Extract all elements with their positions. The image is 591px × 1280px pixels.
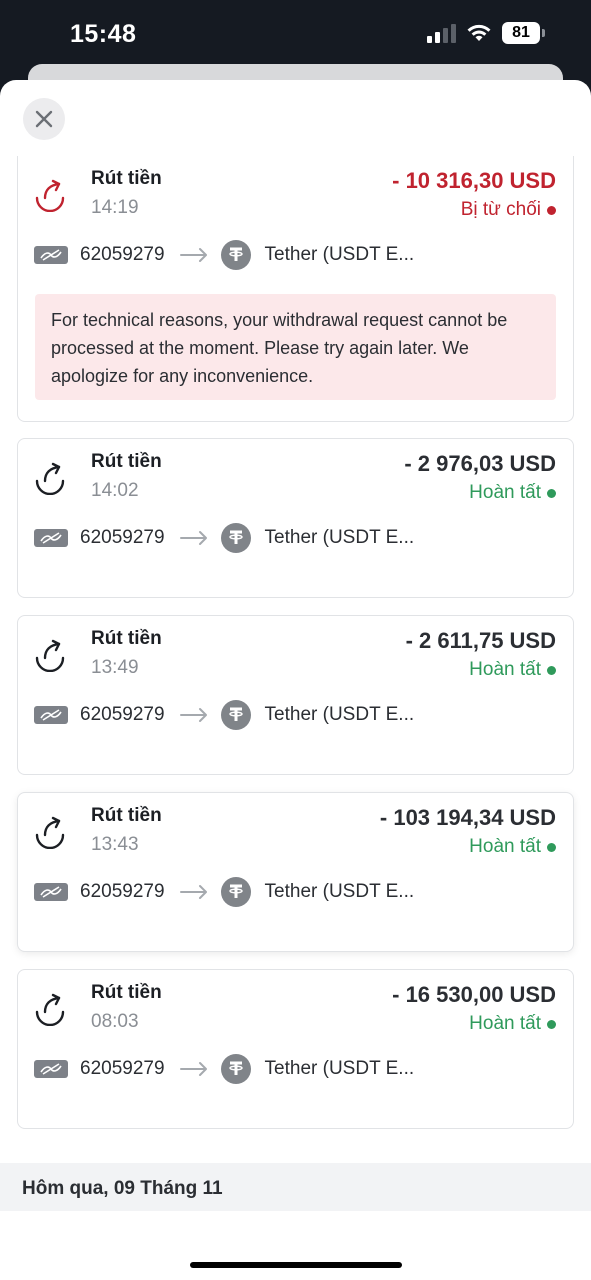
status-dot bbox=[547, 488, 556, 498]
status-label: Hoàn tất bbox=[469, 659, 541, 680]
status-label: Hoàn tất bbox=[469, 836, 541, 857]
transaction-time: 08:03 bbox=[91, 1011, 139, 1032]
transfer-route: 62059279 Tether (USDT E... bbox=[34, 521, 557, 555]
tether-icon bbox=[220, 1054, 251, 1084]
transfer-route: 62059279 Tether (USDT E... bbox=[34, 698, 557, 732]
withdraw-icon bbox=[35, 462, 65, 495]
withdraw-icon bbox=[35, 179, 65, 212]
account-number: 62059279 bbox=[80, 704, 165, 725]
transaction-time: 14:19 bbox=[91, 197, 139, 218]
transaction-card[interactable]: Rút tiền 13:49 - 2 611,75 USD Hoàn tất 6… bbox=[17, 615, 574, 775]
battery-icon: 81 bbox=[502, 22, 545, 44]
transaction-sheet: Rút tiền 14:19 - 10 316,30 USD Bị từ chố… bbox=[0, 80, 591, 1280]
status-label: Hoàn tất bbox=[469, 482, 541, 503]
status-dot bbox=[547, 842, 556, 852]
status-icons: 81 bbox=[427, 22, 545, 44]
tether-icon bbox=[220, 877, 251, 907]
arrow-right-icon bbox=[179, 531, 207, 545]
tether-icon bbox=[220, 700, 251, 730]
close-button[interactable] bbox=[23, 98, 65, 140]
transaction-card[interactable]: Rút tiền 14:19 - 10 316,30 USD Bị từ chố… bbox=[17, 156, 574, 422]
status-label: Bị từ chối bbox=[460, 199, 541, 220]
status-dot bbox=[547, 665, 556, 675]
withdraw-icon bbox=[35, 639, 65, 672]
account-card-icon bbox=[34, 529, 68, 547]
transfer-route: 62059279 Tether (USDT E... bbox=[34, 1052, 557, 1086]
status-badge: Bị từ chối bbox=[461, 199, 556, 221]
transaction-title: Rút tiền bbox=[91, 451, 162, 472]
tether-icon bbox=[220, 523, 251, 553]
transaction-amount: - 10 316,30 USD bbox=[392, 168, 556, 193]
transaction-time: 13:43 bbox=[91, 834, 139, 855]
arrow-right-icon bbox=[179, 708, 207, 722]
transaction-card[interactable]: Rút tiền 08:03 - 16 530,00 USD Hoàn tất … bbox=[17, 969, 574, 1129]
transaction-amount: - 2 611,75 USD bbox=[405, 628, 556, 653]
status-badge: Hoàn tất bbox=[469, 1013, 556, 1035]
destination-name: Tether (USDT E... bbox=[264, 527, 415, 548]
account-card-icon bbox=[34, 1060, 68, 1078]
arrow-right-icon bbox=[179, 1062, 207, 1076]
status-badge: Hoàn tất bbox=[469, 836, 556, 858]
wifi-icon bbox=[467, 24, 491, 41]
status-dot bbox=[547, 1019, 556, 1029]
status-bar: 15:48 81 bbox=[0, 0, 591, 70]
close-icon bbox=[35, 110, 53, 128]
date-section-header: Hôm qua, 09 Tháng 11 bbox=[0, 1163, 591, 1211]
transaction-time: 14:02 bbox=[91, 480, 139, 501]
destination-name: Tether (USDT E... bbox=[264, 244, 415, 265]
account-number: 62059279 bbox=[80, 881, 165, 902]
transfer-route: 62059279 Tether (USDT E... bbox=[34, 238, 557, 272]
transaction-card[interactable]: Rút tiền 13:43 - 103 194,34 USD Hoàn tất… bbox=[17, 792, 574, 952]
transaction-title: Rút tiền bbox=[91, 805, 162, 826]
transaction-amount: - 103 194,34 USD bbox=[379, 805, 556, 830]
status-badge: Hoàn tất bbox=[469, 482, 556, 504]
transaction-time: 13:49 bbox=[91, 657, 139, 678]
account-card-icon bbox=[34, 246, 68, 264]
status-dot bbox=[547, 205, 556, 215]
destination-name: Tether (USDT E... bbox=[264, 1058, 415, 1079]
transaction-card[interactable]: Rút tiền 14:02 - 2 976,03 USD Hoàn tất 6… bbox=[17, 438, 574, 598]
withdraw-icon bbox=[35, 816, 65, 849]
transaction-title: Rút tiền bbox=[91, 982, 162, 1003]
withdraw-icon bbox=[35, 993, 65, 1026]
transaction-title: Rút tiền bbox=[91, 628, 162, 649]
status-badge: Hoàn tất bbox=[469, 659, 556, 681]
account-card-icon bbox=[34, 883, 68, 901]
status-time: 15:48 bbox=[70, 20, 137, 48]
account-number: 62059279 bbox=[80, 527, 165, 548]
status-label: Hoàn tất bbox=[469, 1013, 541, 1034]
battery-level: 81 bbox=[502, 22, 540, 44]
transaction-title: Rút tiền bbox=[91, 168, 162, 189]
transfer-route: 62059279 Tether (USDT E... bbox=[34, 875, 557, 909]
transaction-amount: - 16 530,00 USD bbox=[392, 982, 556, 1007]
tether-icon bbox=[220, 240, 251, 270]
transaction-amount: - 2 976,03 USD bbox=[404, 451, 556, 476]
destination-name: Tether (USDT E... bbox=[264, 704, 415, 725]
account-card-icon bbox=[34, 706, 68, 724]
account-number: 62059279 bbox=[80, 1058, 165, 1079]
account-number: 62059279 bbox=[80, 244, 165, 265]
arrow-right-icon bbox=[179, 885, 207, 899]
destination-name: Tether (USDT E... bbox=[264, 881, 415, 902]
cellular-signal-icon bbox=[427, 23, 456, 43]
home-indicator[interactable] bbox=[190, 1262, 402, 1268]
error-message: For technical reasons, your withdrawal r… bbox=[35, 294, 556, 400]
arrow-right-icon bbox=[179, 248, 207, 262]
date-section-label: Hôm qua, 09 Tháng 11 bbox=[22, 1178, 223, 1199]
